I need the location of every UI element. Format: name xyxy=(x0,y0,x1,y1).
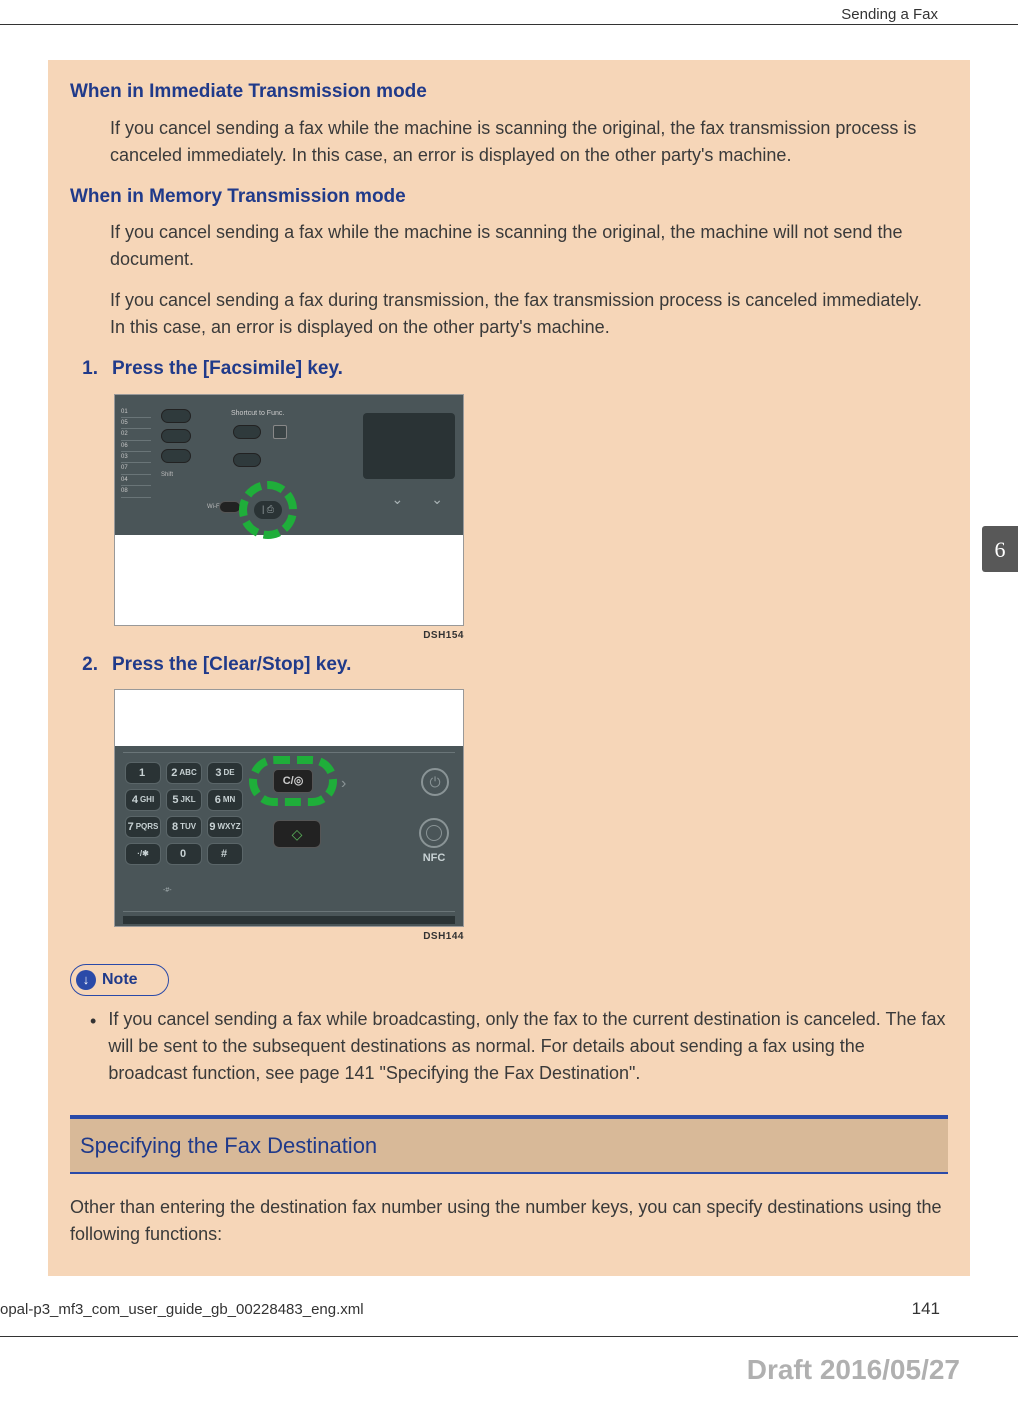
numeric-keypad: 1 2 ABC 3 DE 4 GHI 5 JKL 6 MN 7 PQRS 8 T… xyxy=(125,762,243,865)
key-8: 8 TUV xyxy=(166,816,202,838)
section-heading: Specifying the Fax Destination xyxy=(70,1119,948,1172)
quickdial-labels: 01 05 02 06 03 07 04 08 xyxy=(121,407,151,498)
step-2-text: Press the [Clear/Stop] key. xyxy=(112,651,351,680)
key-3: 3 DE xyxy=(207,762,243,784)
key-7: 7 PQRS xyxy=(125,816,161,838)
figure-1: 01 05 02 06 03 07 04 08 Shift Shortcut t… xyxy=(114,394,464,626)
chapter-tab: 6 xyxy=(982,526,1018,572)
nfc-area: NFC xyxy=(419,818,449,867)
power-icon: ⏻ xyxy=(421,768,449,796)
footer-filename: opal-p3_mf3_com_user_guide_gb_00228483_e… xyxy=(0,1299,364,1322)
chevron-down-icon: ⌄ xyxy=(392,489,404,510)
clear-stop-key: C/◎ xyxy=(273,769,313,793)
section2-intro: Other than entering the destination fax … xyxy=(70,1194,948,1248)
down-arrow-icon: ↓ xyxy=(76,970,96,990)
key-4: 4 GHI xyxy=(125,789,161,811)
shortcut-label: Shortcut to Func. xyxy=(231,409,284,420)
note-badge: ↓ Note xyxy=(70,964,169,996)
display-screen xyxy=(363,413,455,479)
key-9: 9 WXYZ xyxy=(207,816,243,838)
chevron-down-icon: ⌄ xyxy=(431,489,443,510)
para-memory-2: If you cancel sending a fax during trans… xyxy=(110,287,942,341)
start-key: ◇ xyxy=(273,820,321,848)
key-2: 2 ABC xyxy=(166,762,202,784)
shift-label: Shift xyxy=(161,471,173,480)
facsimile-key-icon: | ⎙ xyxy=(254,501,282,519)
para-memory-1: If you cancel sending a fax while the ma… xyxy=(110,219,942,273)
para-immediate: If you cancel sending a fax while the ma… xyxy=(110,115,942,169)
heading-memory-mode: When in Memory Transmission mode xyxy=(70,183,948,212)
step-2-number: 2. xyxy=(70,651,98,680)
key-5: 5 JKL xyxy=(166,789,202,811)
key-0: 0 xyxy=(166,843,202,865)
main-content: When in Immediate Transmission mode If y… xyxy=(48,60,970,1276)
step-2-row: 2. Press the [Clear/Stop] key. xyxy=(70,651,948,680)
key-star: ·/✱ xyxy=(125,843,161,865)
wifi-button xyxy=(219,501,241,513)
footer-rule xyxy=(0,1336,1018,1337)
center-buttons xyxy=(233,425,261,481)
step-1-number: 1. xyxy=(70,355,98,384)
softkey-chevrons: ⌄ ⌄ xyxy=(392,489,443,510)
figure-2-label: DSH144 xyxy=(114,929,464,944)
note-bullet-row: • If you cancel sending a fax while broa… xyxy=(90,1006,948,1087)
section-heading-wrap: Specifying the Fax Destination xyxy=(70,1115,948,1174)
bullet-icon: • xyxy=(90,1008,96,1087)
step-1-row: 1. Press the [Facsimile] key. xyxy=(70,355,948,384)
draft-watermark: Draft 2016/05/27 xyxy=(747,1349,960,1391)
left-buttons xyxy=(161,409,201,469)
heading-immediate-mode: When in Immediate Transmission mode xyxy=(70,78,948,107)
key-1: 1 xyxy=(125,762,161,784)
figure-1-wrap: 01 05 02 06 03 07 04 08 Shift Shortcut t… xyxy=(114,394,464,643)
key-hash: # xyxy=(207,843,243,865)
nfc-label: NFC xyxy=(423,852,446,864)
header-rule xyxy=(0,24,1018,25)
chevron-right-icon: › xyxy=(341,772,346,796)
figure-2-wrap: 1 2 ABC 3 DE 4 GHI 5 JKL 6 MN 7 PQRS 8 T… xyxy=(114,689,464,944)
highlight-circle: | ⎙ xyxy=(239,481,297,539)
key-6: 6 MN xyxy=(207,789,243,811)
status-led xyxy=(273,425,287,439)
nfc-icon xyxy=(419,818,449,848)
note-label: Note xyxy=(102,968,138,992)
footer-page-number: 141 xyxy=(912,1296,940,1322)
note-bullet-text: If you cancel sending a fax while broadc… xyxy=(108,1006,948,1087)
figure-1-label: DSH154 xyxy=(114,628,464,643)
step-1-text: Press the [Facsimile] key. xyxy=(112,355,343,384)
symbol-label: -#- xyxy=(163,886,172,897)
figure-2: 1 2 ABC 3 DE 4 GHI 5 JKL 6 MN 7 PQRS 8 T… xyxy=(114,689,464,927)
highlight-oval: C/◎ xyxy=(249,756,337,806)
